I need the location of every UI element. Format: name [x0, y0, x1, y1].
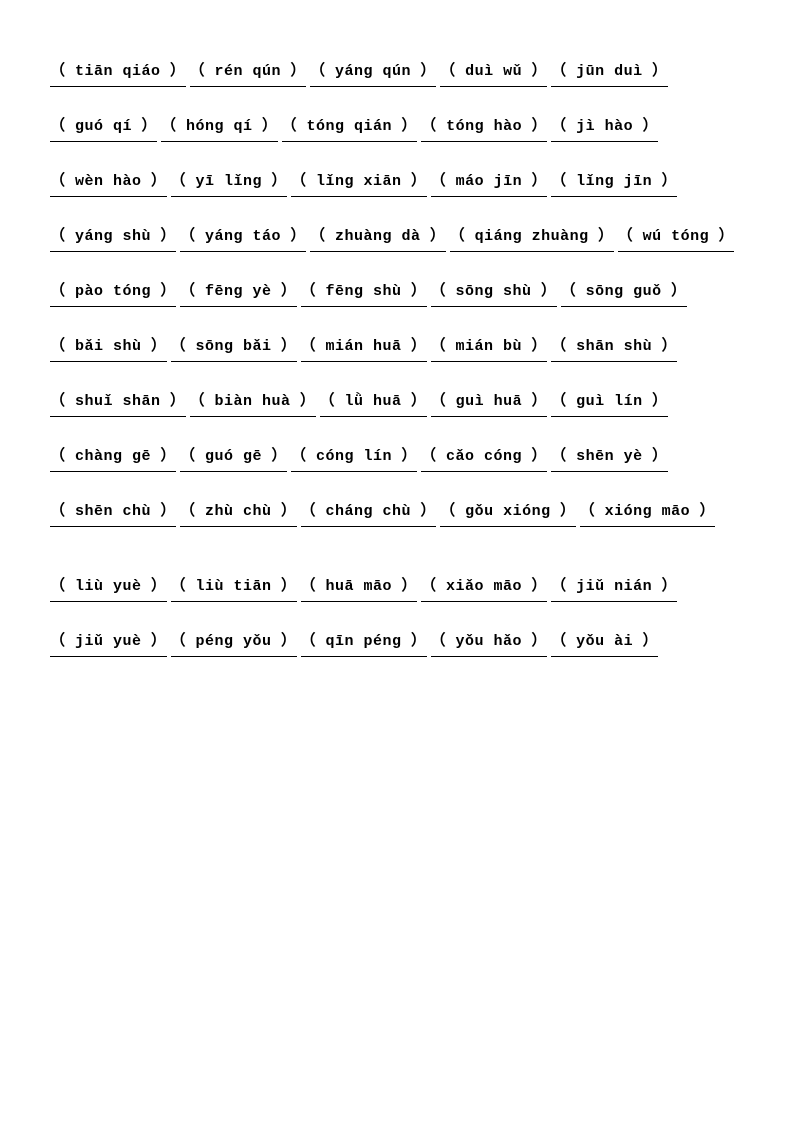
- phrase-item-6-1: （ biàn huà ）: [190, 390, 316, 417]
- phrase-item-8-2: （ cháng chù ）: [301, 500, 437, 527]
- phrase-item-6-2: （ lǜ huā ）: [320, 390, 427, 417]
- phrase-item-0-2: （ yáng qún ）: [310, 60, 436, 87]
- phrase-item-3-4: （ wú tóng ）: [618, 225, 735, 252]
- phrase-item-10-0: （ liù yuè ）: [50, 575, 167, 602]
- phrase-item-7-2: （ cóng lín ）: [291, 445, 417, 472]
- phrase-item-2-1: （ yī lǐng ）: [171, 170, 288, 197]
- phrase-item-3-0: （ yáng shù ）: [50, 225, 176, 252]
- phrase-item-0-3: （ duì wǔ ）: [440, 60, 547, 87]
- phrase-item-11-2: （ qīn péng ）: [301, 630, 427, 657]
- phrase-item-2-4: （ lǐng jīn ）: [551, 170, 677, 197]
- phrase-item-5-3: （ mián bù ）: [431, 335, 548, 362]
- phrase-item-5-0: （ bǎi shù ）: [50, 335, 167, 362]
- phrase-item-8-0: （ shēn chù ）: [50, 500, 176, 527]
- phrase-item-4-0: （ pào tóng ）: [50, 280, 176, 307]
- phrase-item-5-4: （ shān shù ）: [551, 335, 677, 362]
- phrase-item-2-0: （ wèn hào ）: [50, 170, 167, 197]
- phrase-item-1-2: （ tóng qián ）: [282, 115, 418, 142]
- phrase-row: （ pào tóng ）（ fēng yè ）（ fēng shù ）（ sōn…: [50, 280, 743, 307]
- phrase-item-6-0: （ shuǐ shān ）: [50, 390, 186, 417]
- phrase-row: （ jiǔ yuè ）（ péng yǒu ）（ qīn péng ）（ yǒu…: [50, 630, 743, 657]
- phrase-item-10-1: （ liù tiān ）: [171, 575, 297, 602]
- phrase-item-3-3: （ qiáng zhuàng ）: [450, 225, 614, 252]
- phrase-item-7-3: （ cǎo cóng ）: [421, 445, 547, 472]
- phrase-item-2-2: （ lǐng xiān ）: [291, 170, 427, 197]
- phrase-item-2-3: （ máo jīn ）: [431, 170, 548, 197]
- phrase-item-7-1: （ guó gē ）: [180, 445, 287, 472]
- phrase-item-11-1: （ péng yǒu ）: [171, 630, 297, 657]
- phrase-item-11-0: （ jiǔ yuè ）: [50, 630, 167, 657]
- phrase-item-11-4: （ yǒu ài ）: [551, 630, 658, 657]
- phrase-item-10-2: （ huā māo ）: [301, 575, 418, 602]
- phrase-item-1-4: （ jì hào ）: [551, 115, 658, 142]
- phrase-item-1-0: （ guó qí ）: [50, 115, 157, 142]
- phrase-item-4-4: （ sōng guǒ ）: [561, 280, 687, 307]
- phrase-item-7-4: （ shēn yè ）: [551, 445, 668, 472]
- phrase-item-4-3: （ sōng shù ）: [431, 280, 557, 307]
- phrase-item-5-2: （ mián huā ）: [301, 335, 427, 362]
- phrase-item-3-2: （ zhuàng dà ）: [310, 225, 446, 252]
- phrase-row: （ shuǐ shān ）（ biàn huà ）（ lǜ huā ）（ guì…: [50, 390, 743, 417]
- phrase-item-8-4: （ xióng māo ）: [580, 500, 716, 527]
- phrase-row: （ liù yuè ）（ liù tiān ）（ huā māo ）（ xiǎo…: [50, 575, 743, 602]
- phrase-item-6-4: （ guì lín ）: [551, 390, 668, 417]
- spacer-row: [50, 555, 743, 575]
- phrase-item-11-3: （ yǒu hǎo ）: [431, 630, 548, 657]
- phrase-item-0-0: （ tiān qiáo ）: [50, 60, 186, 87]
- phrase-row: （ yáng shù ）（ yáng táo ）（ zhuàng dà ）（ q…: [50, 225, 743, 252]
- phrase-item-3-1: （ yáng táo ）: [180, 225, 306, 252]
- phrase-item-7-0: （ chàng gē ）: [50, 445, 176, 472]
- phrase-row: （ tiān qiáo ）（ rén qún ）（ yáng qún ）（ du…: [50, 60, 743, 87]
- phrase-item-8-1: （ zhù chù ）: [180, 500, 297, 527]
- page: （ tiān qiáo ）（ rén qún ）（ yáng qún ）（ du…: [0, 0, 793, 1122]
- phrase-item-0-1: （ rén qún ）: [190, 60, 307, 87]
- phrase-row: （ guó qí ）（ hóng qí ）（ tóng qián ）（ tóng…: [50, 115, 743, 142]
- phrase-item-4-1: （ fēng yè ）: [180, 280, 297, 307]
- phrase-item-5-1: （ sōng bǎi ）: [171, 335, 297, 362]
- phrase-item-10-4: （ jiǔ nián ）: [551, 575, 677, 602]
- phrase-item-10-3: （ xiǎo māo ）: [421, 575, 547, 602]
- phrase-row: （ chàng gē ）（ guó gē ）（ cóng lín ）（ cǎo …: [50, 445, 743, 472]
- phrase-item-1-3: （ tóng hào ）: [421, 115, 547, 142]
- phrase-item-4-2: （ fēng shù ）: [301, 280, 427, 307]
- phrase-item-0-4: （ jūn duì ）: [551, 60, 668, 87]
- phrase-item-1-1: （ hóng qí ）: [161, 115, 278, 142]
- phrase-row: （ shēn chù ）（ zhù chù ）（ cháng chù ）（ gǒ…: [50, 500, 743, 527]
- phrase-item-8-3: （ gǒu xióng ）: [440, 500, 576, 527]
- phrase-item-6-3: （ guì huā ）: [431, 390, 548, 417]
- phrase-row: （ wèn hào ）（ yī lǐng ）（ lǐng xiān ）（ máo…: [50, 170, 743, 197]
- phrase-row: （ bǎi shù ）（ sōng bǎi ）（ mián huā ）（ miá…: [50, 335, 743, 362]
